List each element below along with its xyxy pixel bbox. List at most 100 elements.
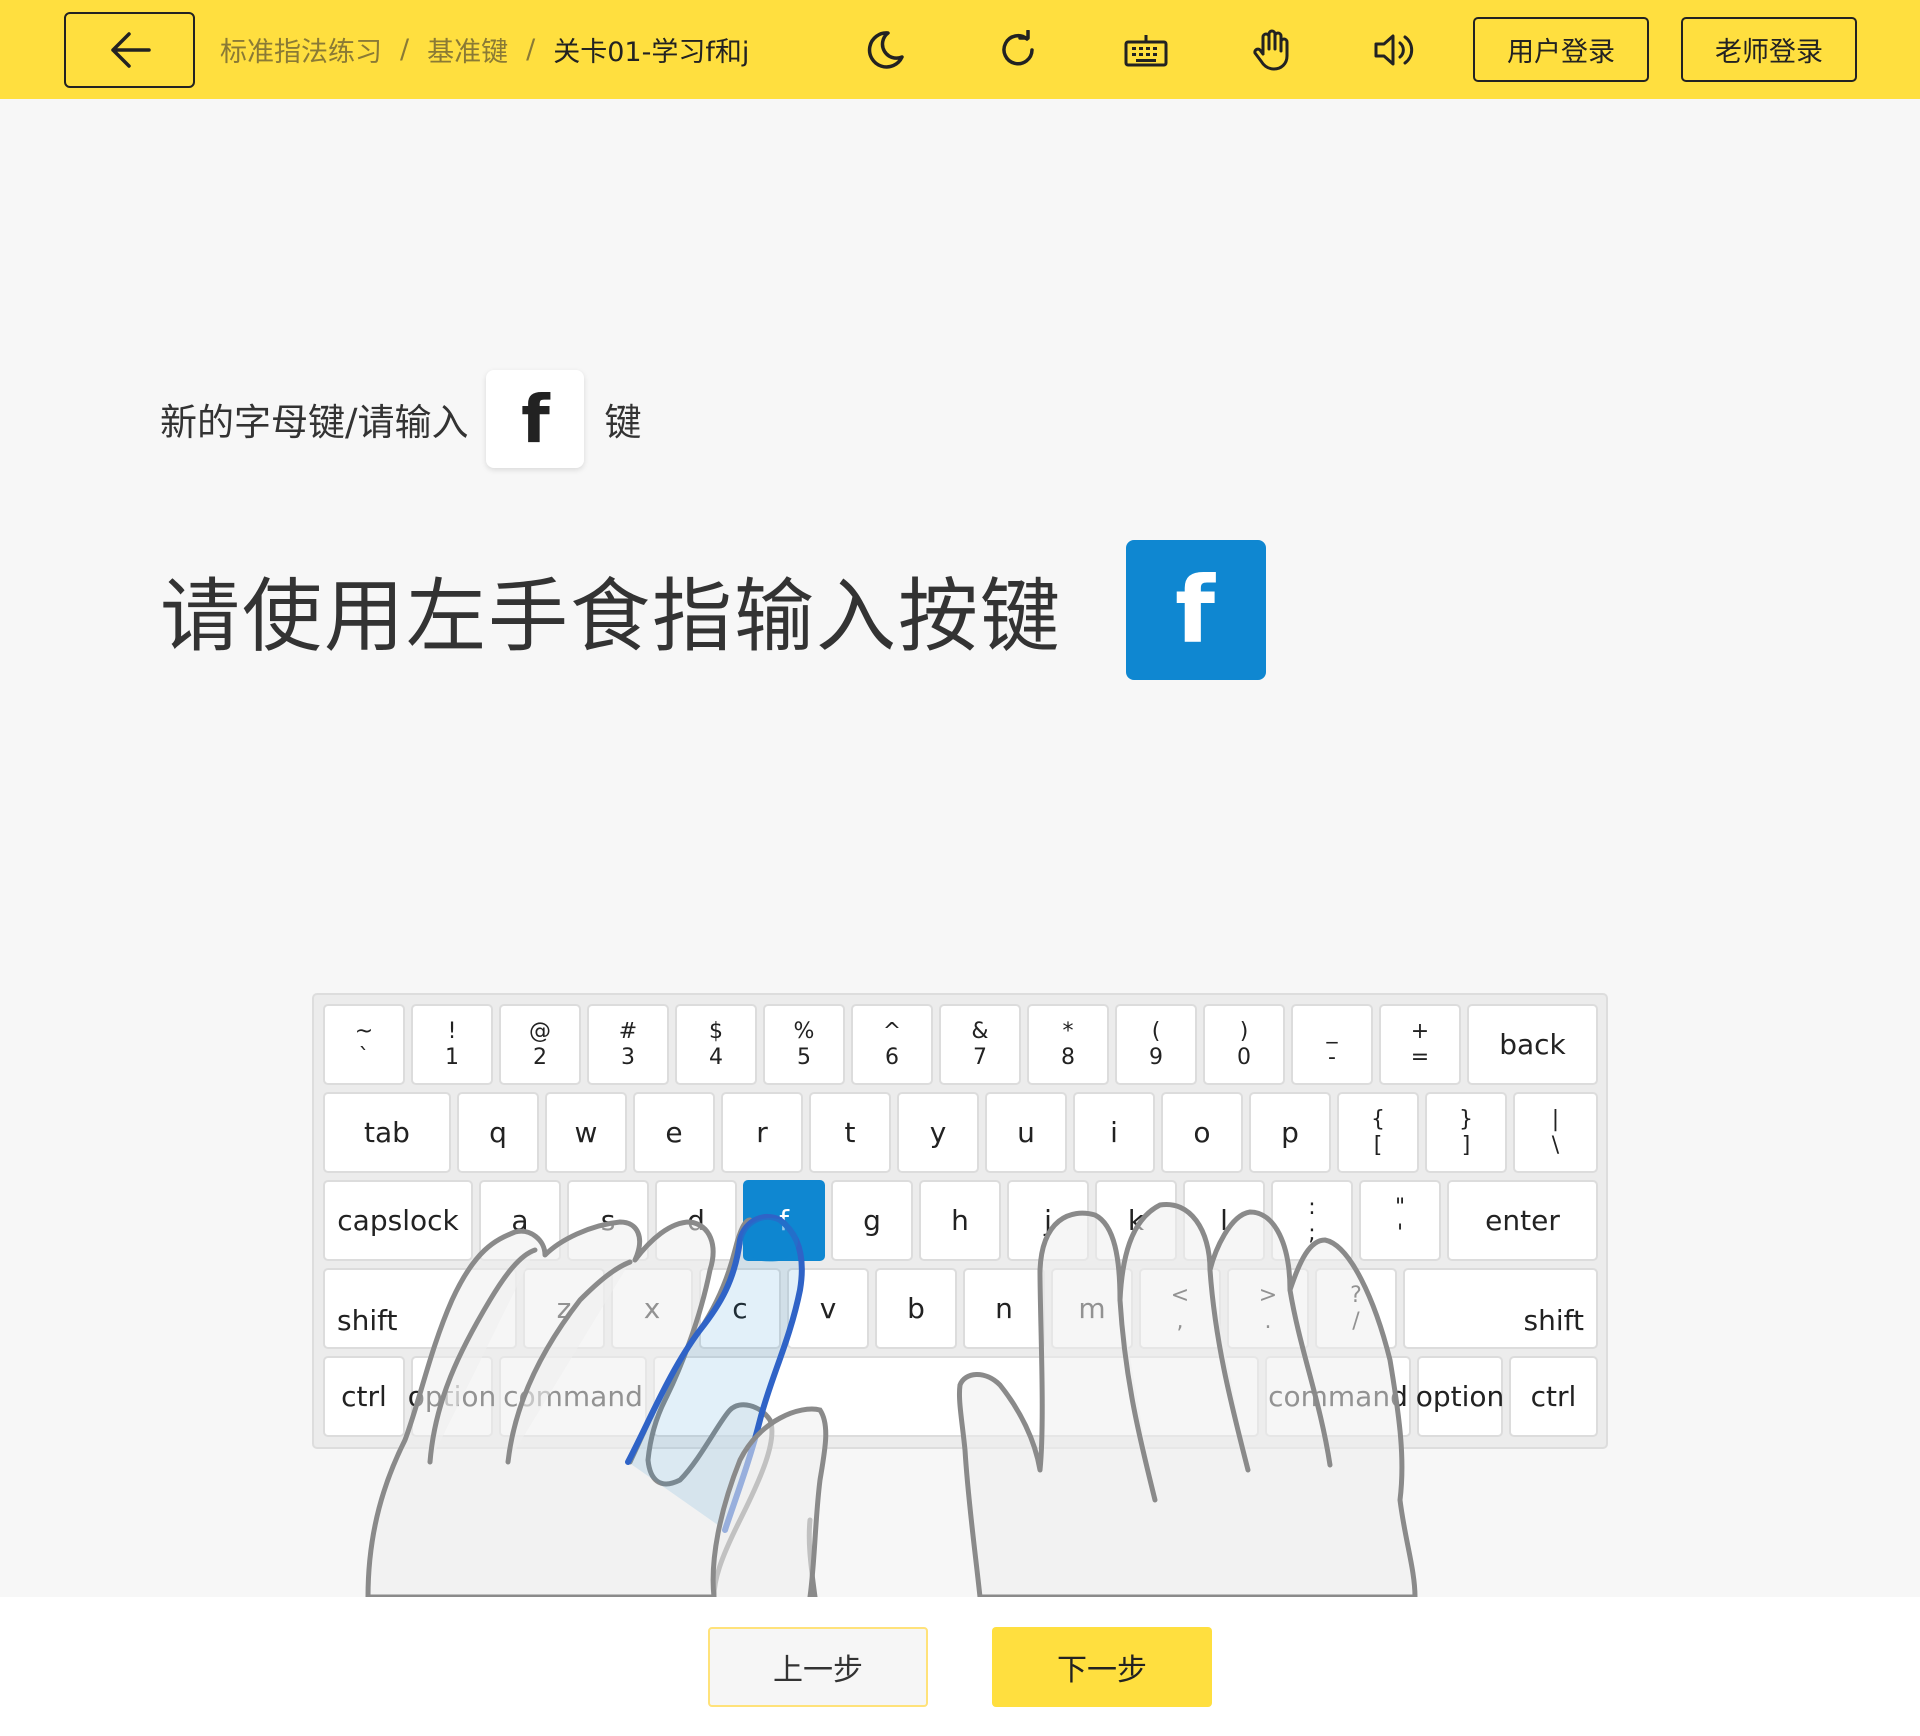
key-r[interactable]: r — [721, 1092, 803, 1173]
key-w[interactable]: w — [545, 1092, 627, 1173]
key-p[interactable]: p — [1249, 1092, 1331, 1173]
key-y[interactable]: y — [897, 1092, 979, 1173]
key-b[interactable]: b — [875, 1268, 957, 1349]
key-7[interactable]: & 7 — [939, 1004, 1021, 1085]
keyboard-icon[interactable] — [1124, 28, 1168, 72]
key-0[interactable]: ) 0 — [1203, 1004, 1285, 1085]
key-top: ) — [1239, 1018, 1249, 1044]
key-bottom: 1 — [445, 1044, 459, 1070]
key-right-option[interactable]: option — [1416, 1356, 1504, 1437]
hand-icon[interactable] — [1249, 28, 1293, 72]
key-c[interactable]: c — [699, 1268, 781, 1349]
key-3[interactable]: #3 — [587, 1004, 669, 1085]
key-top: < — [1170, 1282, 1190, 1308]
key-right-ctrl[interactable]: ctrl — [1509, 1356, 1598, 1437]
key-g[interactable]: g — [831, 1180, 913, 1261]
key-period[interactable]: >. — [1227, 1268, 1309, 1349]
breadcrumb-separator: / — [526, 34, 536, 65]
key-u[interactable]: u — [985, 1092, 1067, 1173]
key-bottom: ; — [1308, 1220, 1316, 1246]
footer-bar — [0, 1597, 1920, 1736]
key-top: ( — [1151, 1018, 1161, 1044]
key-bottom: / — [1352, 1308, 1360, 1334]
key-n[interactable]: n — [963, 1268, 1045, 1349]
key-tab[interactable]: tab — [323, 1092, 451, 1173]
moon-icon[interactable] — [863, 28, 907, 72]
key-minus[interactable]: _ - — [1291, 1004, 1373, 1085]
key-left-bracket[interactable]: {[ — [1337, 1092, 1419, 1173]
key-e[interactable]: e — [633, 1092, 715, 1173]
key-top: % — [793, 1018, 815, 1044]
key-z[interactable]: z — [523, 1268, 605, 1349]
speaker-icon[interactable] — [1373, 28, 1417, 72]
key-i[interactable]: i — [1073, 1092, 1155, 1173]
key-j[interactable]: j — [1007, 1180, 1089, 1261]
key-bottom: - — [1328, 1044, 1336, 1070]
key-right-command[interactable]: command — [1265, 1356, 1411, 1437]
key-bottom: = — [1410, 1044, 1430, 1070]
back-arrow-icon — [110, 32, 151, 68]
teacher-login-button[interactable]: 老师登录 — [1681, 17, 1857, 82]
key-9[interactable]: (9 — [1115, 1004, 1197, 1085]
key-left-command[interactable]: command — [499, 1356, 647, 1437]
key-a[interactable]: a — [479, 1180, 561, 1261]
key-left-shift[interactable]: shift — [323, 1268, 517, 1349]
hint-prefix-text: 新的字母键/请输入 — [160, 401, 469, 444]
breadcrumb-item-home-keys[interactable]: 基准键 — [427, 30, 508, 69]
key-backslash[interactable]: | \ — [1513, 1092, 1598, 1173]
breadcrumb-item-standard-fingering[interactable]: 标准指法练习 — [220, 30, 382, 69]
key-top: | — [1551, 1106, 1560, 1132]
key-l[interactable]: l — [1183, 1180, 1265, 1261]
key-q[interactable]: q — [457, 1092, 539, 1173]
key-f[interactable]: f — [743, 1180, 825, 1261]
key-k[interactable]: k — [1095, 1180, 1177, 1261]
key-d[interactable]: d — [655, 1180, 737, 1261]
key-bottom: 4 — [709, 1044, 723, 1070]
key-top: " — [1394, 1194, 1406, 1220]
key-enter[interactable]: enter — [1447, 1180, 1598, 1261]
key-s[interactable]: s — [567, 1180, 649, 1261]
key-bottom: 0 — [1237, 1044, 1251, 1070]
key-comma[interactable]: <, — [1139, 1268, 1221, 1349]
main-instruction: 请使用左手食指输入按键 f — [160, 540, 1266, 680]
key-o[interactable]: o — [1161, 1092, 1243, 1173]
key-left-option[interactable]: option — [408, 1356, 496, 1437]
key-left-ctrl[interactable]: ctrl — [323, 1356, 405, 1437]
key-2[interactable]: @2 — [499, 1004, 581, 1085]
key-bottom: [ — [1373, 1132, 1383, 1158]
key-v[interactable]: v — [787, 1268, 869, 1349]
key-capslock[interactable]: capslock — [323, 1180, 473, 1261]
next-step-button[interactable]: 下一步 — [992, 1627, 1212, 1707]
back-button[interactable] — [64, 12, 195, 88]
key-slash[interactable]: ? / — [1315, 1268, 1397, 1349]
key-backtick[interactable]: ~ ` — [323, 1004, 405, 1085]
key-x[interactable]: x — [611, 1268, 693, 1349]
previous-step-button[interactable]: 上一步 — [708, 1627, 928, 1707]
key-m[interactable]: m — [1051, 1268, 1133, 1349]
key-bottom: ' — [1396, 1220, 1404, 1246]
key-top: _ — [1326, 1018, 1338, 1044]
key-6[interactable]: ^ 6 — [851, 1004, 933, 1085]
hands-illustration — [365, 1201, 1418, 1600]
key-top: + — [1410, 1018, 1430, 1044]
key-right-bracket[interactable]: }] — [1425, 1092, 1507, 1173]
key-bottom: ] — [1461, 1132, 1471, 1158]
key-t[interactable]: t — [809, 1092, 891, 1173]
user-login-button[interactable]: 用户登录 — [1473, 17, 1649, 82]
key-5[interactable]: % 5 — [763, 1004, 845, 1085]
breadcrumb: 标准指法练习 / 基准键 / 关卡01-学习f和j — [220, 0, 749, 99]
key-semicolon[interactable]: :; — [1271, 1180, 1353, 1261]
key-8[interactable]: * 8 — [1027, 1004, 1109, 1085]
key-equals[interactable]: + = — [1379, 1004, 1461, 1085]
key-space[interactable] — [653, 1356, 1259, 1437]
key-bottom: , — [1176, 1308, 1184, 1334]
key-4[interactable]: $4 — [675, 1004, 757, 1085]
key-h[interactable]: h — [919, 1180, 1001, 1261]
key-bottom: 8 — [1061, 1044, 1075, 1070]
key-1[interactable]: ! 1 — [411, 1004, 493, 1085]
refresh-icon[interactable] — [996, 28, 1040, 72]
key-backspace[interactable]: back — [1467, 1004, 1598, 1085]
key-quote[interactable]: " ' — [1359, 1180, 1441, 1261]
key-right-shift[interactable]: shift — [1403, 1268, 1598, 1349]
key-bottom: ` — [358, 1044, 370, 1070]
